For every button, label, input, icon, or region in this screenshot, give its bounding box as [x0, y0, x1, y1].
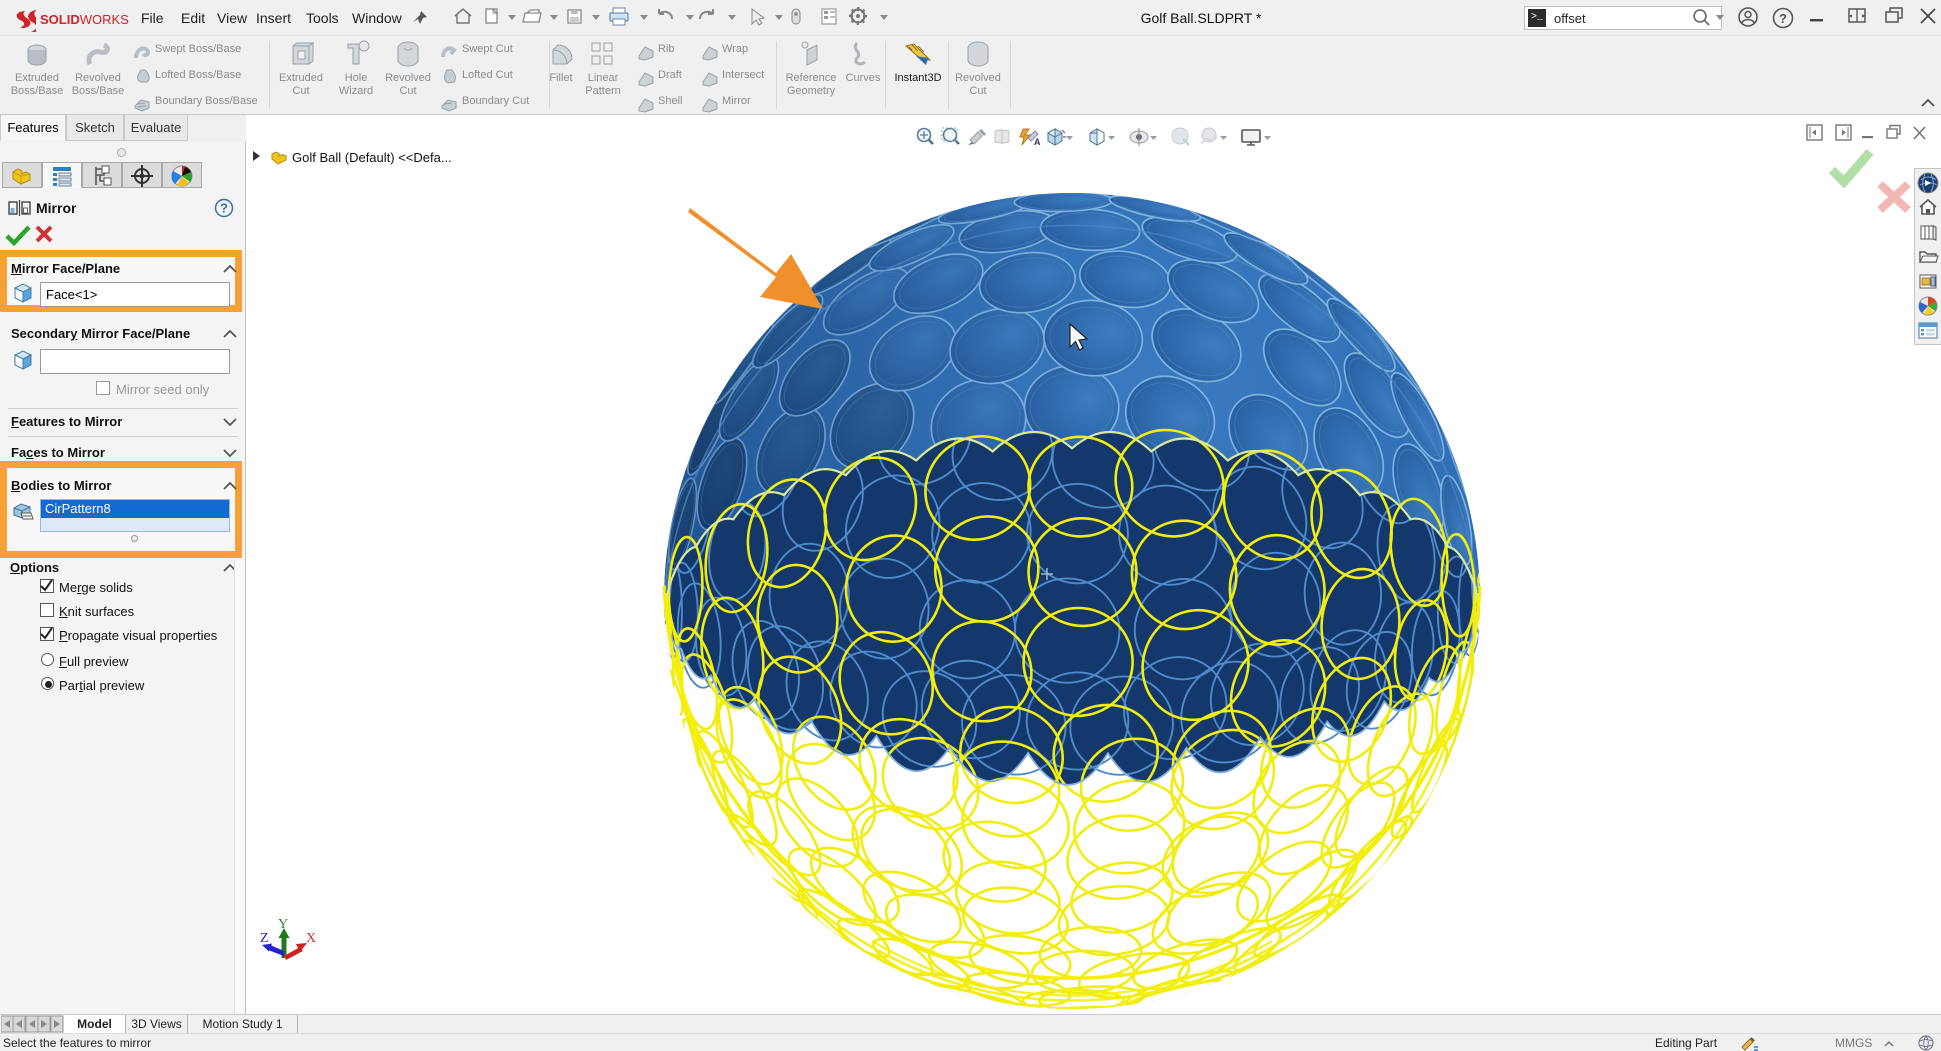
- svg-text:A: A: [1034, 137, 1041, 147]
- svg-text:X: X: [306, 931, 316, 946]
- svg-text:Z: Z: [260, 931, 269, 946]
